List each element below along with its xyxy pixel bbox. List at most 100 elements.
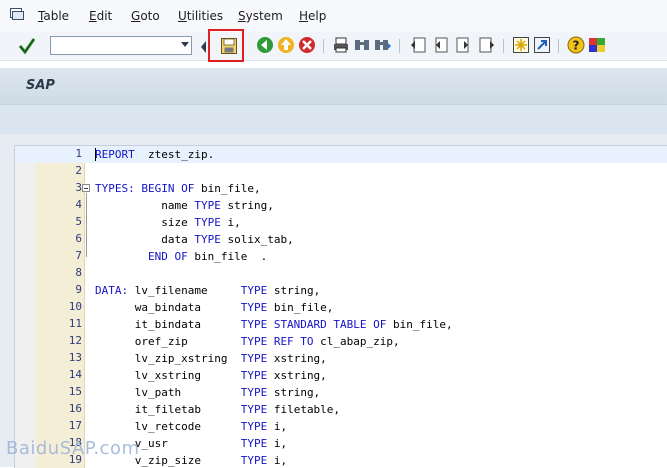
code-line[interactable]: 10 wa_bindata TYPE bin_file,	[15, 299, 667, 316]
code-text[interactable]: data TYPE solix_tab,	[95, 231, 294, 248]
command-field[interactable]	[50, 36, 192, 56]
code-text[interactable]: it_filetab TYPE filetable,	[95, 401, 340, 418]
code-line[interactable]: 8	[15, 265, 667, 282]
code-token: lv_retcode	[95, 420, 241, 433]
menu-table[interactable]: Table	[38, 9, 69, 23]
code-line[interactable]: 3 TYPES: BEGIN OF bin_file,	[15, 180, 667, 197]
code-text[interactable]: size TYPE i,	[95, 214, 241, 231]
fold-collapse-icon[interactable]	[82, 184, 90, 192]
code-line[interactable]: 7 END OF bin_file .	[15, 248, 667, 265]
collapse-arrow-icon[interactable]	[199, 38, 207, 56]
help-icon[interactable]: ?	[567, 36, 585, 54]
code-token: bin_file,	[267, 301, 334, 314]
code-text[interactable]: lv_retcode TYPE i,	[95, 418, 287, 435]
code-line[interactable]: 6 data TYPE solix_tab,	[15, 231, 667, 248]
code-text[interactable]: DATA: lv_filename TYPE string,	[95, 282, 320, 299]
customize-layout-icon[interactable]	[588, 36, 606, 54]
code-token: it_filetab	[95, 403, 241, 416]
code-token: lv_zip_xstring	[95, 352, 241, 365]
line-number: 13	[68, 351, 82, 364]
code-line[interactable]: 5 size TYPE i,	[15, 214, 667, 231]
keyword-token: TYPE	[194, 199, 221, 212]
enter-checkmark-icon[interactable]	[18, 37, 36, 55]
cancel-icon[interactable]	[298, 36, 316, 54]
keyword-token: TYPE	[240, 352, 268, 365]
text-cursor	[95, 148, 96, 161]
code-text[interactable]: wa_bindata TYPE bin_file,	[95, 299, 334, 316]
menu-goto[interactable]: Goto	[131, 9, 160, 23]
print-icon[interactable]	[332, 36, 350, 54]
page-title: SAP	[26, 78, 55, 93]
line-number: 9	[75, 283, 82, 296]
code-token: solix_tab,	[220, 233, 294, 246]
keyword-token: TYPE	[240, 301, 268, 314]
toolbar-separator	[323, 39, 324, 53]
code-text[interactable]: it_bindata TYPE STANDARD TABLE OF bin_fi…	[95, 316, 453, 333]
keyword-token: TYPE	[240, 437, 268, 450]
code-token: i,	[267, 420, 288, 433]
keyword-token: DATA:	[95, 284, 129, 297]
code-text[interactable]: lv_zip_xstring TYPE xstring,	[95, 350, 327, 367]
code-line[interactable]: 14 lv_xstring TYPE xstring,	[15, 367, 667, 384]
chevron-down-icon[interactable]	[181, 42, 189, 47]
code-token: i,	[267, 454, 288, 467]
code-token: lv_filename	[128, 284, 241, 297]
code-line[interactable]: 2	[15, 163, 667, 180]
code-text[interactable]: REPORT ztest_zip.	[95, 146, 214, 163]
next-page-icon[interactable]	[455, 36, 473, 54]
toolbar-separator	[503, 39, 504, 53]
first-page-icon[interactable]	[409, 36, 427, 54]
code-line[interactable]: 15 lv_path TYPE string,	[15, 384, 667, 401]
keyword-token: TYPE REF TO	[240, 335, 314, 348]
find-next-icon[interactable]	[374, 36, 392, 54]
code-line[interactable]: 13 lv_zip_xstring TYPE xstring,	[15, 350, 667, 367]
code-line[interactable]: 9 DATA: lv_filename TYPE string,	[15, 282, 667, 299]
menu-system[interactable]: System	[238, 9, 283, 23]
line-number: 8	[75, 266, 82, 279]
last-page-icon[interactable]	[478, 36, 496, 54]
code-text[interactable]: lv_path TYPE string,	[95, 384, 320, 401]
code-line[interactable]: 4 name TYPE string,	[15, 197, 667, 214]
menu-utilities[interactable]: Utilities	[178, 9, 223, 23]
find-icon[interactable]	[353, 36, 371, 54]
code-line[interactable]: 1 REPORT ztest_zip.	[15, 146, 667, 163]
code-token: wa_bindata	[95, 301, 241, 314]
code-token: i,	[220, 216, 241, 229]
menu-edit[interactable]: Edit	[89, 9, 112, 23]
line-number: 17	[68, 419, 82, 432]
previous-page-icon[interactable]	[431, 36, 449, 54]
command-input[interactable]	[53, 41, 173, 56]
keyword-token: TYPE	[194, 233, 221, 246]
menu-help[interactable]: Help	[299, 9, 326, 23]
code-line[interactable]: 12 oref_zip TYPE REF TO cl_abap_zip,	[15, 333, 667, 350]
toolbar-separator	[558, 39, 559, 53]
line-number: 1	[75, 147, 82, 160]
standard-toolbar: ?	[0, 32, 667, 61]
back-icon[interactable]	[256, 36, 274, 54]
keyword-token: TYPE	[194, 216, 221, 229]
code-line[interactable]: 17 lv_retcode TYPE i,	[15, 418, 667, 435]
line-number: 14	[68, 368, 82, 381]
code-text[interactable]: name TYPE string,	[95, 197, 274, 214]
create-session-icon[interactable]	[512, 36, 530, 54]
exit-icon[interactable]	[277, 36, 295, 54]
system-menu-icon[interactable]	[10, 8, 24, 20]
keyword-token: TYPE	[240, 403, 268, 416]
code-token: string,	[220, 199, 274, 212]
abap-editor[interactable]: 1 REPORT ztest_zip. 2 3 TYPES: BEGIN OF bin_…	[14, 145, 667, 468]
line-number: 5	[75, 215, 82, 228]
keyword-token: TYPE	[240, 420, 268, 433]
title-bar: SAP	[0, 68, 667, 104]
line-number: 2	[75, 164, 82, 177]
keyword-token: TYPES: BEGIN OF	[95, 182, 195, 195]
code-token: lv_xstring	[95, 369, 241, 382]
shortcut-icon[interactable]	[533, 36, 551, 54]
code-text[interactable]: oref_zip TYPE REF TO cl_abap_zip,	[95, 333, 400, 350]
line-number: 11	[68, 317, 82, 330]
code-line[interactable]: 16 it_filetab TYPE filetable,	[15, 401, 667, 418]
line-number: 16	[68, 402, 82, 415]
code-text[interactable]: lv_xstring TYPE xstring,	[95, 367, 327, 384]
code-text[interactable]: END OF bin_file .	[95, 248, 267, 265]
code-line[interactable]: 11 it_bindata TYPE STANDARD TABLE OF bin…	[15, 316, 667, 333]
code-text[interactable]: TYPES: BEGIN OF bin_file,	[95, 180, 261, 197]
